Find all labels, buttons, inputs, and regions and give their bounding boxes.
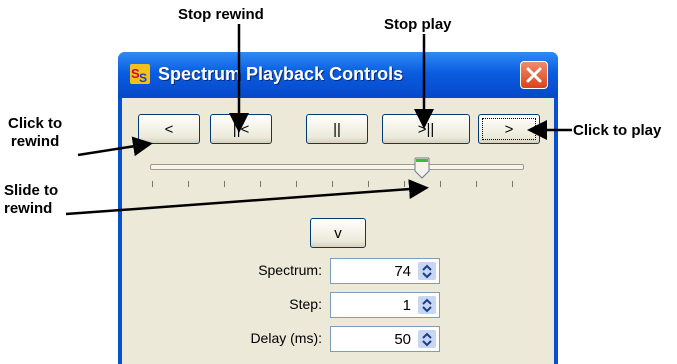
playback-controls-window: S S Spectrum Playback Controls < ||< || … <box>118 52 558 364</box>
window-title: Spectrum Playback Controls <box>158 64 404 84</box>
spectrum-spinner[interactable]: 74 <box>330 258 440 284</box>
slider-tick <box>368 181 369 187</box>
stop-play-button[interactable]: >|| <box>382 114 470 144</box>
step-label: Step: <box>289 296 322 312</box>
slider-tick <box>440 181 441 187</box>
delay-label: Delay (ms): <box>250 330 322 346</box>
annotation-click-to-play: Click to play <box>573 122 662 139</box>
step-spinner[interactable]: 1 <box>330 292 440 318</box>
dialog-body: < ||< || >|| > v Spectrum: 74 Step: 1 De… <box>122 98 554 364</box>
slider-tick <box>512 181 513 187</box>
slider-tick <box>404 181 405 187</box>
annotation-stop-rewind: Stop rewind <box>178 6 264 23</box>
svg-text:S: S <box>139 71 147 84</box>
close-icon <box>526 67 542 83</box>
spinner-arrows-icon[interactable] <box>418 262 436 280</box>
slider-tick <box>188 181 189 187</box>
stop-rewind-button[interactable]: ||< <box>210 114 272 144</box>
delay-value[interactable]: 50 <box>394 331 411 348</box>
delay-spinner[interactable]: 50 <box>330 326 440 352</box>
slider-thumb[interactable] <box>414 157 430 179</box>
spectrum-value[interactable]: 74 <box>394 263 411 280</box>
annotation-stop-play: Stop play <box>384 16 452 33</box>
slider-tick <box>332 181 333 187</box>
spinner-arrows-icon[interactable] <box>418 296 436 314</box>
spectrum-label: Spectrum: <box>258 262 322 278</box>
pause-button[interactable]: || <box>306 114 368 144</box>
step-value[interactable]: 1 <box>403 297 411 314</box>
annotation-click-to-rewind: Click to rewind <box>8 115 63 150</box>
rewind-slider-track[interactable] <box>150 164 524 170</box>
down-button[interactable]: v <box>310 218 366 248</box>
slider-tick <box>152 181 153 187</box>
title-bar[interactable]: S S Spectrum Playback Controls <box>118 52 558 98</box>
slider-tick <box>260 181 261 187</box>
close-button[interactable] <box>520 61 548 89</box>
slider-tick <box>296 181 297 187</box>
annotation-slide-to-rewind: Slide to rewind <box>4 182 59 217</box>
slider-tick <box>476 181 477 187</box>
spectrum-app-icon: S S <box>130 64 150 84</box>
spinner-arrows-icon[interactable] <box>418 330 436 348</box>
slider-tick <box>224 181 225 187</box>
rewind-button[interactable]: < <box>138 114 200 144</box>
play-button[interactable]: > <box>478 114 540 144</box>
